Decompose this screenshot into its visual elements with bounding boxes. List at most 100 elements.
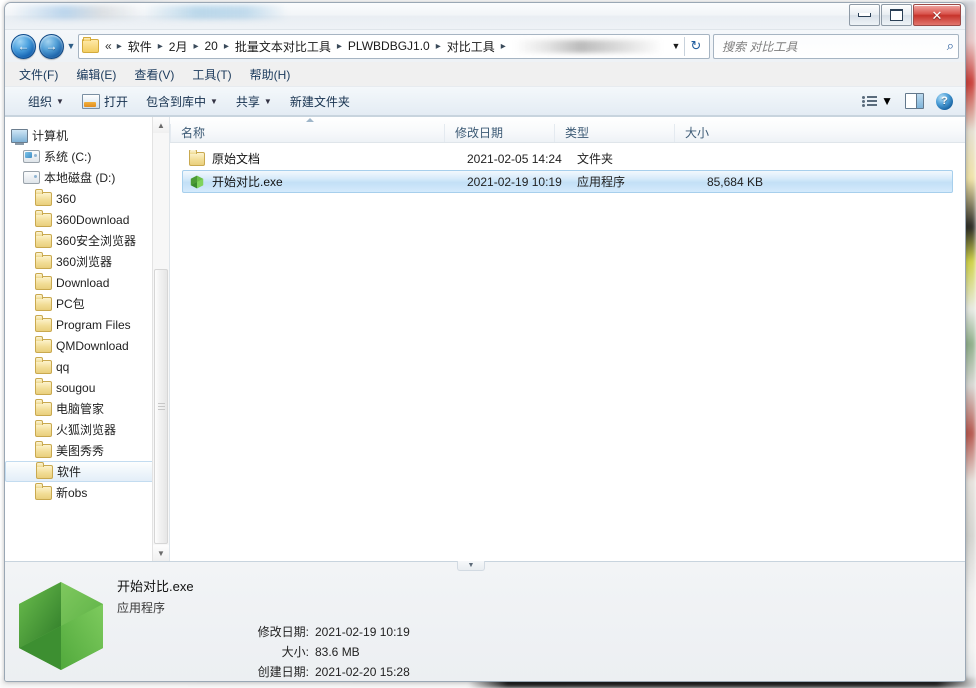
menu-file[interactable]: 文件(F) [19, 66, 58, 83]
column-header-size[interactable]: 大小 [674, 124, 758, 142]
sidebar-item-label: qq [56, 359, 70, 374]
table-row[interactable]: 原始文档 2021-02-05 14:24 文件夹 [182, 147, 953, 170]
sidebar-item-5[interactable]: 360安全浏览器 [5, 230, 169, 251]
new-folder-button[interactable]: 新建文件夹 [281, 90, 359, 113]
chevron-down-icon: ▼ [56, 96, 64, 106]
sidebar-item-9[interactable]: Program Files [5, 314, 169, 335]
folder-icon [36, 461, 53, 479]
folder-icon [35, 188, 52, 206]
sidebar-item-label: 火狐浏览器 [56, 423, 117, 437]
sidebar-item-17[interactable]: 新obs [5, 482, 169, 503]
breadcrumb-item-5[interactable]: 对比工具 [443, 36, 499, 57]
sidebar-item-3[interactable]: 360 [5, 188, 169, 209]
open-button[interactable]: 打开 [73, 90, 137, 113]
help-button[interactable]: ? [930, 90, 959, 113]
details-subtitle: 应用程序 [117, 601, 166, 615]
navigation-scrollbar[interactable]: ▲ ▼ [152, 117, 169, 561]
file-date-cell: 2021-02-05 14:24 [467, 151, 562, 166]
breadcrumb-item-2[interactable]: 20 [200, 37, 221, 55]
column-header-name[interactable]: 名称 [170, 124, 444, 142]
breadcrumb-overflow[interactable]: « [102, 37, 115, 55]
sidebar-item-16[interactable]: 软件 [5, 461, 155, 482]
breadcrumb-chevron-icon[interactable]: ▸ [434, 39, 443, 54]
forward-button[interactable]: → [39, 33, 64, 59]
minimize-icon [858, 13, 871, 17]
breadcrumb-chevron-icon[interactable]: ▸ [499, 39, 508, 54]
file-name-cell[interactable]: 开始对比.exe [183, 173, 457, 190]
menu-edit[interactable]: 编辑(E) [76, 66, 116, 83]
recent-locations-button[interactable]: ▼ [64, 41, 78, 51]
folder-icon-glyph [35, 272, 52, 290]
maximize-restore-button[interactable] [881, 4, 912, 26]
table-row[interactable]: 开始对比.exe 2021-02-19 10:19 应用程序 85,684 KB [182, 170, 953, 193]
folder-icon [35, 314, 52, 332]
scroll-down-button[interactable]: ▼ [153, 545, 169, 561]
details-pane-collapse-button[interactable]: ▼ [457, 561, 485, 571]
folder-icon-glyph [35, 188, 52, 206]
restore-icon [890, 9, 903, 21]
sidebar-item-8[interactable]: PC包 [5, 293, 169, 314]
sidebar-item-0[interactable]: 计算机 [5, 125, 169, 146]
column-header-type[interactable]: 类型 [554, 124, 674, 142]
search-box[interactable]: 搜索 对比工具 ⌕ [713, 33, 959, 59]
close-button[interactable]: ✕ [913, 4, 961, 26]
preview-pane-button[interactable] [899, 90, 930, 112]
back-button[interactable]: ← [11, 33, 36, 59]
details-field-key: 创建日期: [257, 665, 309, 679]
file-name-cell[interactable]: 原始文档 [183, 150, 457, 167]
breadcrumb-chevron-icon[interactable]: ▸ [335, 39, 344, 54]
sidebar-item-1[interactable]: 系统 (C:) [5, 146, 169, 167]
folder-icon [35, 272, 52, 290]
computer-icon [11, 128, 28, 145]
sidebar-item-2[interactable]: 本地磁盘 (D:) [5, 167, 169, 188]
menu-tools[interactable]: 工具(T) [192, 66, 231, 83]
include-in-library-button[interactable]: 包含到库中 ▼ [137, 90, 227, 113]
address-bar[interactable]: « ▸ 软件 ▸ 2月 ▸ 20 ▸ 批量文本对比工具 ▸ PLWBDBGJ1.… [78, 33, 710, 59]
scroll-up-button[interactable]: ▲ [153, 117, 169, 133]
refresh-button[interactable]: ↻ [685, 38, 707, 54]
search-input[interactable]: 搜索 对比工具 [718, 38, 947, 55]
breadcrumb-chevron-icon[interactable]: ▸ [156, 39, 165, 54]
breadcrumb-item-4[interactable]: PLWBDBGJ1.0 [344, 37, 434, 55]
breadcrumb-chevron-icon[interactable]: ▸ [222, 39, 231, 54]
folder-icon [35, 356, 52, 374]
breadcrumb-item-0[interactable]: 软件 [124, 36, 156, 57]
folder-icon [35, 293, 52, 311]
sidebar-item-7[interactable]: Download [5, 272, 169, 293]
minimize-button[interactable] [849, 4, 880, 26]
share-button[interactable]: 共享 ▼ [227, 90, 281, 113]
menu-bar: 文件(F) 编辑(E) 查看(V) 工具(T) 帮助(H) [5, 62, 965, 86]
title-bar[interactable]: ✕ [5, 3, 965, 30]
scrollbar-thumb[interactable] [154, 269, 168, 544]
green-hexagon-app-icon-glyph [190, 175, 204, 188]
sidebar-item-15[interactable]: 美图秀秀 [5, 440, 169, 461]
folder-icon-glyph [35, 398, 52, 416]
chevron-down-icon: ▼ [881, 94, 893, 108]
breadcrumb-item-1[interactable]: 2月 [165, 36, 192, 57]
green-hexagon-app-icon [19, 582, 103, 670]
sidebar-item-12[interactable]: sougou [5, 377, 169, 398]
title-bar-redacted-text [11, 5, 311, 19]
sidebar-item-6[interactable]: 360浏览器 [5, 251, 169, 272]
details-field-value: 83.6 MB [315, 645, 360, 659]
menu-view[interactable]: 查看(V) [134, 66, 174, 83]
sidebar-item-13[interactable]: 电脑管家 [5, 398, 169, 419]
column-header-date[interactable]: 修改日期 [444, 124, 554, 142]
sidebar-item-14[interactable]: 火狐浏览器 [5, 419, 169, 440]
folder-icon [82, 37, 99, 53]
breadcrumb-chevron-icon[interactable]: ▸ [191, 39, 200, 54]
menu-help[interactable]: 帮助(H) [250, 66, 291, 83]
sidebar-item-10[interactable]: QMDownload [5, 335, 169, 356]
change-view-button[interactable]: ▼ [856, 91, 899, 111]
new-folder-label: 新建文件夹 [289, 94, 350, 109]
address-dropdown-icon[interactable]: ▼ [668, 41, 684, 51]
breadcrumb-item-3[interactable]: 批量文本对比工具 [231, 36, 335, 57]
view-options-icon [862, 95, 878, 108]
folder-icon-glyph [35, 440, 52, 458]
organize-button[interactable]: 组织 ▼ [19, 90, 73, 113]
sidebar-item-4[interactable]: 360Download [5, 209, 169, 230]
sidebar-item-label: 360Download [56, 212, 130, 227]
organize-label: 组织 [28, 94, 53, 109]
sidebar-item-11[interactable]: qq [5, 356, 169, 377]
sidebar-item-label: Program Files [56, 317, 131, 332]
